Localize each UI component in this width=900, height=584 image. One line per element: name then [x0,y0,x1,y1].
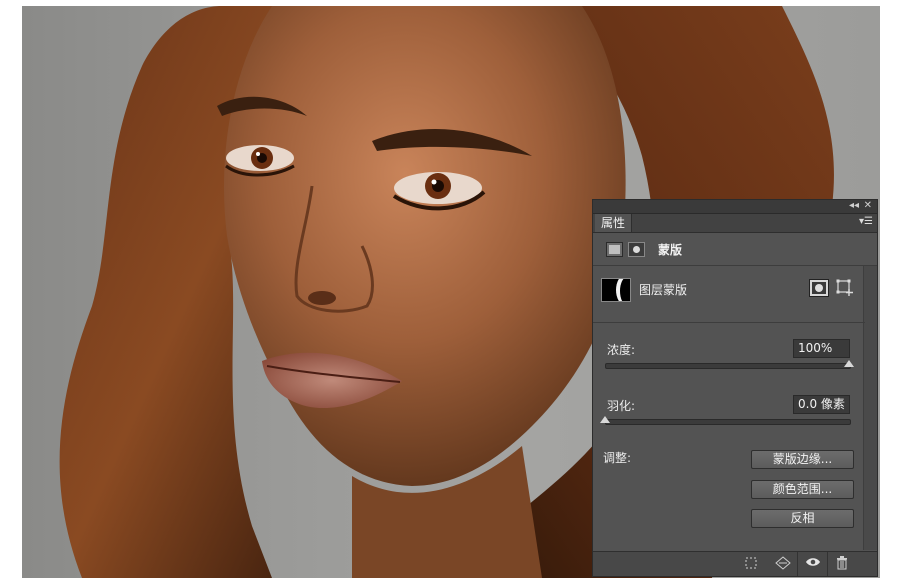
add-pixel-mask-icon[interactable] [809,279,829,297]
properties-header: 蒙版 [593,233,877,266]
close-icon[interactable]: ✕ [864,199,872,212]
mask-edge-button[interactable]: 蒙版边缘... [751,450,854,469]
density-slider-knob[interactable] [844,360,854,367]
density-label: 浓度: [607,343,636,357]
feather-label: 羽化: [607,399,636,413]
properties-title: 蒙版 [658,243,683,257]
panel-tab-row: 属性 ▾☰ [593,214,877,233]
panel-footer [593,551,877,576]
pixel-mask-icon[interactable] [606,242,623,257]
color-range-button[interactable]: 颜色范围... [751,480,854,499]
feather-slider-knob[interactable] [600,416,610,423]
panel-titlebar: ◂◂ ✕ [593,200,877,214]
tab-properties[interactable]: 属性 [595,214,633,232]
mask-thumbnail [601,278,631,302]
density-slider-track[interactable] [605,363,851,369]
eye-icon[interactable] [805,556,821,572]
feather-slider-track[interactable] [605,419,851,425]
add-vector-mask-icon[interactable] [836,279,854,297]
layer-mask-label: 图层蒙版 [639,283,688,297]
layer-mask-row: 图层蒙版 [593,266,865,323]
feather-field[interactable]: 0.0 像素 [793,395,850,414]
panel-scrollbar[interactable] [863,266,877,550]
panel-menu-icon[interactable]: ▾☰ [859,216,873,227]
properties-panel: ◂◂ ✕ 属性 ▾☰ 蒙版 图层蒙版 浓度: 100% 羽化: 0.0 像素 调… [592,199,878,577]
trash-icon[interactable] [834,556,850,572]
vector-mask-icon[interactable] [628,242,645,257]
invert-button[interactable]: 反相 [751,509,854,528]
apply-mask-icon[interactable] [775,556,791,572]
density-field[interactable]: 100% [793,339,850,358]
double-chevron-icon[interactable]: ◂◂ [849,199,859,212]
load-selection-icon[interactable] [743,556,759,572]
adjust-label: 调整: [603,451,632,465]
